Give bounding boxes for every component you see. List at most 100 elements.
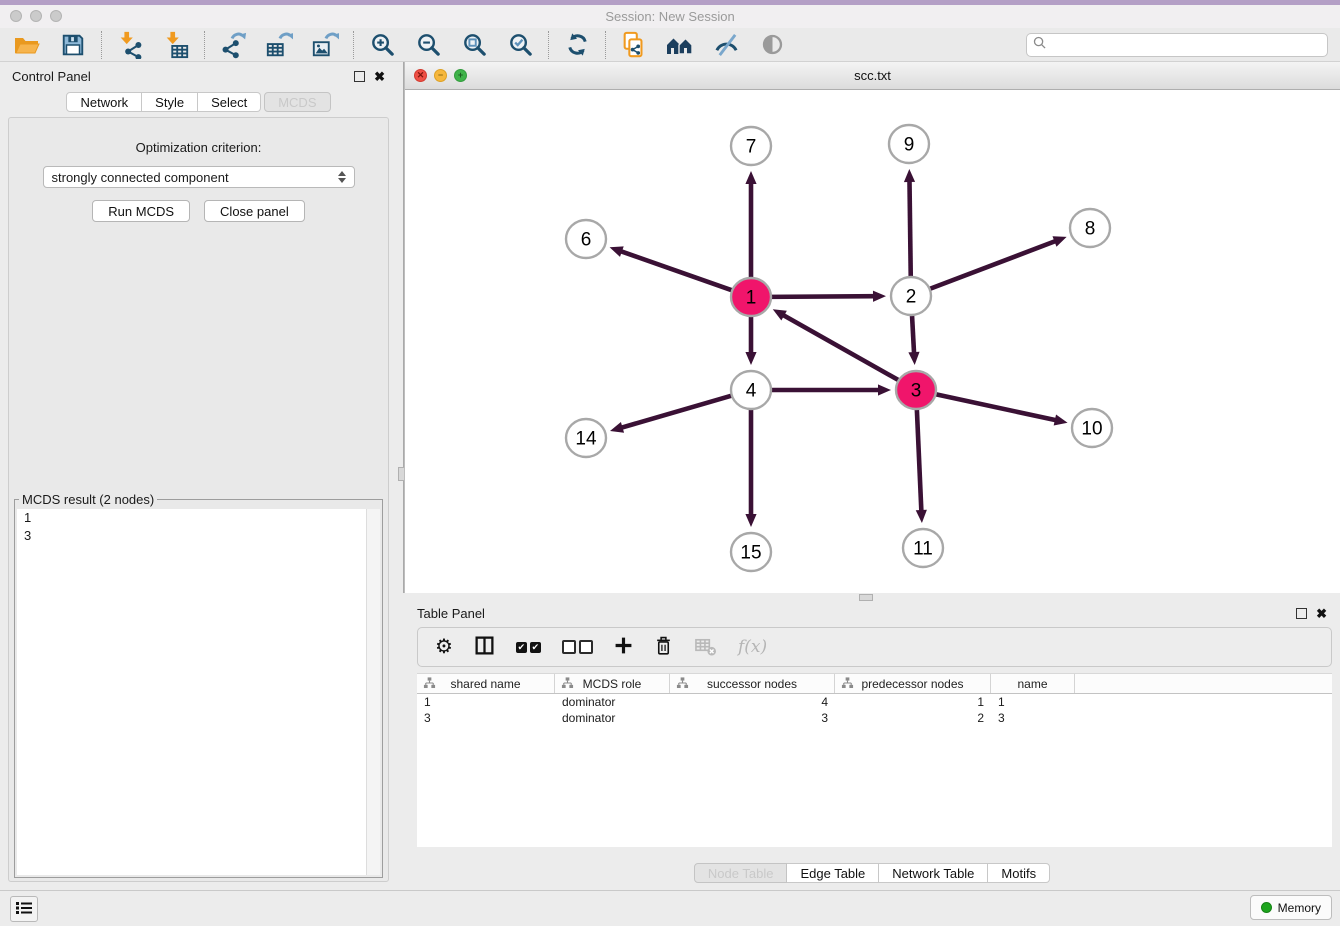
delete-table-button[interactable] bbox=[694, 635, 717, 659]
graph-edge[interactable] bbox=[782, 315, 899, 381]
criterion-select[interactable]: strongly connected component bbox=[43, 166, 355, 188]
tab-style[interactable]: Style bbox=[142, 92, 198, 112]
column-header-shared-name[interactable]: shared name bbox=[417, 674, 555, 693]
column-header-predecessor-nodes[interactable]: predecessor nodes bbox=[835, 674, 991, 693]
show-column-button[interactable] bbox=[474, 635, 495, 659]
table-row[interactable]: 1 dominator 4 1 1 bbox=[417, 694, 1332, 710]
select-all-columns-button[interactable]: ✔✔ bbox=[516, 635, 541, 659]
graph-edge-arrowhead bbox=[916, 510, 927, 523]
graph-node-2[interactable]: 2 bbox=[891, 277, 931, 315]
tab-network[interactable]: Network bbox=[66, 92, 142, 112]
window-titlebar: Session: New Session bbox=[0, 5, 1340, 28]
zoom-out-icon bbox=[415, 31, 442, 58]
control-panel: Control Panel ✖ Network Style Select MCD… bbox=[0, 62, 397, 890]
plus-icon bbox=[614, 636, 633, 658]
save-session-button[interactable] bbox=[58, 30, 88, 60]
import-table-button[interactable] bbox=[161, 30, 191, 60]
graph-node-label: 9 bbox=[904, 135, 915, 156]
export-network-icon bbox=[219, 31, 247, 59]
mcds-result-list[interactable]: 1 3 bbox=[17, 509, 380, 875]
tab-motifs[interactable]: Motifs bbox=[988, 863, 1050, 883]
table-mode-button[interactable]: ⚙ bbox=[435, 635, 453, 659]
column-header-mcds-role[interactable]: MCDS role bbox=[555, 674, 670, 693]
open-session-button[interactable] bbox=[12, 30, 42, 60]
zoom-in-button[interactable] bbox=[367, 30, 397, 60]
graph-edge-arrowhead bbox=[610, 422, 624, 433]
column-header-name[interactable]: name bbox=[991, 674, 1075, 693]
graph-edge[interactable] bbox=[917, 409, 922, 512]
export-image-button[interactable] bbox=[310, 30, 340, 60]
clone-network-button[interactable] bbox=[619, 30, 649, 60]
splitter-grip[interactable] bbox=[859, 594, 873, 601]
export-network-button[interactable] bbox=[218, 30, 248, 60]
vertical-splitter[interactable] bbox=[397, 62, 404, 593]
first-neighbors-button[interactable] bbox=[665, 30, 695, 60]
graph-node-9[interactable]: 9 bbox=[889, 125, 929, 163]
graph-edge-arrowhead bbox=[873, 291, 886, 302]
graph-edge[interactable] bbox=[935, 394, 1057, 420]
graph-edge[interactable] bbox=[912, 315, 914, 354]
zoom-selected-button[interactable] bbox=[505, 30, 535, 60]
tab-select[interactable]: Select bbox=[198, 92, 261, 112]
import-network-button[interactable] bbox=[115, 30, 145, 60]
hide-selected-button[interactable] bbox=[711, 30, 741, 60]
zoom-fit-button[interactable] bbox=[459, 30, 489, 60]
close-panel-icon[interactable]: ✖ bbox=[1316, 607, 1327, 620]
graph-node-7[interactable]: 7 bbox=[731, 127, 771, 165]
graph-node-11[interactable]: 11 bbox=[903, 529, 943, 567]
graph-edge[interactable] bbox=[770, 296, 875, 297]
graph-node-4[interactable]: 4 bbox=[731, 371, 771, 409]
graph-node-label: 4 bbox=[746, 381, 757, 402]
create-column-button[interactable] bbox=[614, 635, 633, 659]
unselect-all-columns-button[interactable] bbox=[562, 635, 593, 659]
float-panel-icon[interactable] bbox=[354, 71, 365, 82]
column-header-successor-nodes[interactable]: successor nodes bbox=[670, 674, 835, 693]
graph-node-1[interactable]: 1 bbox=[731, 278, 771, 316]
zoom-fit-icon bbox=[461, 31, 488, 58]
graph-edge[interactable] bbox=[621, 395, 733, 428]
close-panel-icon[interactable]: ✖ bbox=[374, 70, 385, 83]
function-builder-button[interactable]: f(x) bbox=[738, 635, 767, 659]
graph-node-label: 8 bbox=[1085, 219, 1096, 240]
tab-mcds[interactable]: MCDS bbox=[264, 92, 330, 112]
network-maximize-button[interactable]: + bbox=[454, 69, 467, 82]
graph-node-label: 10 bbox=[1081, 419, 1102, 440]
graph-node-3[interactable]: 3 bbox=[896, 371, 936, 409]
tab-network-table[interactable]: Network Table bbox=[879, 863, 988, 883]
graph-node-14[interactable]: 14 bbox=[566, 419, 606, 457]
mcds-result-item: 3 bbox=[17, 527, 380, 545]
graph-edge[interactable] bbox=[929, 241, 1057, 289]
network-minimize-button[interactable]: − bbox=[434, 69, 447, 82]
network-window-titlebar[interactable]: ✕ − + scc.txt bbox=[405, 62, 1340, 90]
graph-edge-arrowhead bbox=[745, 514, 756, 527]
tab-node-table[interactable]: Node Table bbox=[694, 863, 788, 883]
float-panel-icon[interactable] bbox=[1296, 608, 1307, 619]
graph-node-6[interactable]: 6 bbox=[566, 220, 606, 258]
delete-columns-button[interactable] bbox=[654, 635, 673, 659]
network-canvas[interactable]: 1 2 3 4 6 7 8 9 10 11 14 15 bbox=[405, 90, 1340, 593]
show-task-history-button[interactable] bbox=[10, 896, 38, 922]
show-all-button[interactable] bbox=[757, 30, 787, 60]
graph-edge-arrowhead bbox=[1052, 236, 1066, 246]
export-table-button[interactable] bbox=[264, 30, 294, 60]
table-row[interactable]: 3 dominator 3 2 3 bbox=[417, 710, 1332, 726]
table-tabs: Node Table Edge Table Network Table Moti… bbox=[404, 863, 1340, 883]
graph-svg[interactable]: 1 2 3 4 6 7 8 9 10 11 14 15 bbox=[405, 90, 1340, 593]
graph-edge[interactable] bbox=[620, 251, 733, 291]
graph-edge-arrowhead bbox=[878, 384, 891, 395]
refresh-view-button[interactable] bbox=[562, 30, 592, 60]
zoom-out-button[interactable] bbox=[413, 30, 443, 60]
close-panel-button[interactable]: Close panel bbox=[204, 200, 305, 222]
search-input[interactable] bbox=[1050, 37, 1321, 53]
graph-node-15[interactable]: 15 bbox=[731, 533, 771, 571]
horizontal-splitter[interactable] bbox=[404, 593, 1340, 601]
result-scrollbar[interactable] bbox=[366, 509, 380, 875]
graph-node-10[interactable]: 10 bbox=[1072, 409, 1112, 447]
global-search bbox=[1026, 33, 1328, 57]
tab-edge-table[interactable]: Edge Table bbox=[787, 863, 879, 883]
run-mcds-button[interactable]: Run MCDS bbox=[92, 200, 190, 222]
network-close-button[interactable]: ✕ bbox=[414, 69, 427, 82]
graph-edge[interactable] bbox=[909, 180, 910, 277]
memory-button[interactable]: Memory bbox=[1250, 895, 1332, 920]
graph-node-8[interactable]: 8 bbox=[1070, 209, 1110, 247]
